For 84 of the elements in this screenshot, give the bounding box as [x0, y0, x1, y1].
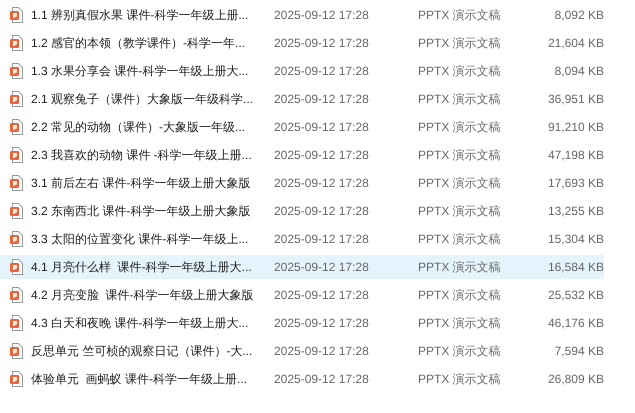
file-name: 反思单元 竺可桢的观察日记（课件）-大... [31, 342, 254, 360]
file-name: 3.1 前后左右 课件-科学一年级上册大象版 [31, 174, 252, 192]
file-row[interactable]: 1.3 水果分享会 课件-科学一年级上册大... 2025-09-12 17:28 PPTX 演示文稿 8,094 KB [0, 59, 604, 83]
file-size: 91,210 KB [546, 120, 604, 134]
file-type: PPTX 演示文稿 [418, 370, 502, 388]
presentation-file-icon [10, 287, 24, 303]
modified-date: 2025-09-12 17:28 [274, 288, 370, 302]
file-name: 2.3 我喜欢的动物 课件 -科学一年级上册... [31, 146, 253, 164]
modified-date: 2025-09-12 17:28 [274, 120, 370, 134]
file-type: PPTX 演示文稿 [418, 174, 502, 192]
presentation-file-icon [10, 35, 24, 51]
file-row[interactable]: 1.1 辨别真假水果 课件-科学一年级上册... 2025-09-12 17:28 PPTX 演示文稿 8,092 KB [0, 3, 604, 27]
file-type: PPTX 演示文稿 [418, 62, 502, 80]
file-type: PPTX 演示文稿 [418, 230, 502, 248]
file-row[interactable]: 3.1 前后左右 课件-科学一年级上册大象版 2025-09-12 17:28 PPTX 演示文稿 17,693 KB [0, 171, 604, 195]
file-size: 15,304 KB [546, 232, 604, 246]
file-type: PPTX 演示文稿 [418, 314, 502, 332]
modified-date: 2025-09-12 17:28 [274, 316, 370, 330]
presentation-file-icon [10, 231, 24, 247]
file-name: 4.2 月亮变脸 课件-科学一年级上册大象版 [31, 286, 255, 304]
file-size: 7,594 KB [554, 344, 604, 358]
modified-date: 2025-09-12 17:28 [274, 8, 370, 22]
file-name: 1.3 水果分享会 课件-科学一年级上册大... [31, 62, 250, 80]
modified-date: 2025-09-12 17:28 [274, 148, 370, 162]
file-name: 1.1 辨别真假水果 课件-科学一年级上册... [31, 6, 250, 24]
presentation-file-icon [10, 371, 24, 387]
file-row[interactable]: 4.3 白天和夜晚 课件-科学一年级上册大... 2025-09-12 17:28 PPTX 演示文稿 46,176 KB [0, 311, 604, 335]
presentation-file-icon [10, 343, 24, 359]
file-row[interactable]: 2.2 常见的动物（课件）-大象版一年级... 2025-09-12 17:28 PPTX 演示文稿 91,210 KB [0, 115, 604, 139]
file-row[interactable]: 反思单元 竺可桢的观察日记（课件）-大... 2025-09-12 17:28 PPTX 演示文稿 7,594 KB [0, 339, 604, 363]
file-type: PPTX 演示文稿 [418, 34, 502, 52]
file-row[interactable]: 2.3 我喜欢的动物 课件 -科学一年级上册... 2025-09-12 17:28 PPTX 演示文稿 47,198 KB [0, 143, 604, 167]
modified-date: 2025-09-12 17:28 [274, 344, 370, 358]
modified-date: 2025-09-12 17:28 [274, 36, 370, 50]
presentation-file-icon [10, 91, 24, 107]
modified-date: 2025-09-12 17:28 [274, 260, 370, 274]
file-name: 2.2 常见的动物（课件）-大象版一年级... [31, 118, 246, 136]
file-type: PPTX 演示文稿 [418, 146, 502, 164]
file-type: PPTX 演示文稿 [418, 202, 502, 220]
file-row[interactable]: 1.2 感官的本领（教学课件）-科学一年... 2025-09-12 17:28 PPTX 演示文稿 21,604 KB [0, 31, 604, 55]
file-size: 13,255 KB [546, 204, 604, 218]
presentation-file-icon [10, 147, 24, 163]
modified-date: 2025-09-12 17:28 [274, 232, 370, 246]
file-type: PPTX 演示文稿 [418, 342, 502, 360]
file-size: 8,094 KB [554, 64, 604, 78]
file-size: 25,532 KB [546, 288, 604, 302]
presentation-file-icon [10, 175, 24, 191]
modified-date: 2025-09-12 17:28 [274, 92, 370, 106]
file-size: 8,092 KB [554, 8, 604, 22]
modified-date: 2025-09-12 17:28 [274, 64, 370, 78]
presentation-file-icon [10, 315, 24, 331]
file-name: 3.2 东南西北 课件-科学一年级上册大象版 [31, 202, 252, 220]
file-name: 体验单元 画蚂蚁 课件-科学一年级上册... [31, 370, 248, 388]
file-row[interactable]: 3.3 太阳的位置变化 课件-科学一年级上... 2025-09-12 17:28 PPTX 演示文稿 15,304 KB [0, 227, 604, 251]
file-size: 47,198 KB [546, 148, 604, 162]
file-type: PPTX 演示文稿 [418, 118, 502, 136]
file-name: 3.3 太阳的位置变化 课件-科学一年级上... [31, 230, 250, 248]
presentation-file-icon [10, 7, 24, 23]
presentation-file-icon [10, 203, 24, 219]
modified-date: 2025-09-12 17:28 [274, 176, 370, 190]
file-row[interactable]: 3.2 东南西北 课件-科学一年级上册大象版 2025-09-12 17:28 PPTX 演示文稿 13,255 KB [0, 199, 604, 223]
presentation-file-icon [10, 259, 24, 275]
file-row[interactable]: 4.2 月亮变脸 课件-科学一年级上册大象版 2025-09-12 17:28 PPTX 演示文稿 25,532 KB [0, 283, 604, 307]
file-name: 4.1 月亮什么样 课件-科学一年级上册大... [31, 258, 253, 276]
file-type: PPTX 演示文稿 [418, 90, 502, 108]
file-size: 46,176 KB [546, 316, 604, 330]
presentation-file-icon [10, 63, 24, 79]
file-row[interactable]: 体验单元 画蚂蚁 课件-科学一年级上册... 2025-09-12 17:28 PPTX 演示文稿 26,809 KB [0, 367, 604, 391]
file-size: 17,693 KB [546, 176, 604, 190]
presentation-file-icon [10, 119, 24, 135]
file-type: PPTX 演示文稿 [418, 258, 502, 276]
file-name: 4.3 白天和夜晚 课件-科学一年级上册大... [31, 314, 250, 332]
file-type: PPTX 演示文稿 [418, 286, 502, 304]
file-type: PPTX 演示文稿 [418, 6, 502, 24]
file-row[interactable]: 2.1 观察兔子（课件）大象版一年级科学... 2025-09-12 17:28 PPTX 演示文稿 36,951 KB [0, 87, 604, 111]
file-size: 26,809 KB [546, 372, 604, 386]
file-name: 2.1 观察兔子（课件）大象版一年级科学... [31, 90, 254, 108]
file-name: 1.2 感官的本领（教学课件）-科学一年... [31, 34, 246, 52]
modified-date: 2025-09-12 17:28 [274, 372, 370, 386]
file-row[interactable]: 4.1 月亮什么样 课件-科学一年级上册大... 2025-09-12 17:28 PPTX 演示文稿 16,584 KB [0, 255, 604, 279]
file-size: 36,951 KB [546, 92, 604, 106]
file-size: 16,584 KB [546, 260, 604, 274]
modified-date: 2025-09-12 17:28 [274, 204, 370, 218]
file-size: 21,604 KB [546, 36, 604, 50]
